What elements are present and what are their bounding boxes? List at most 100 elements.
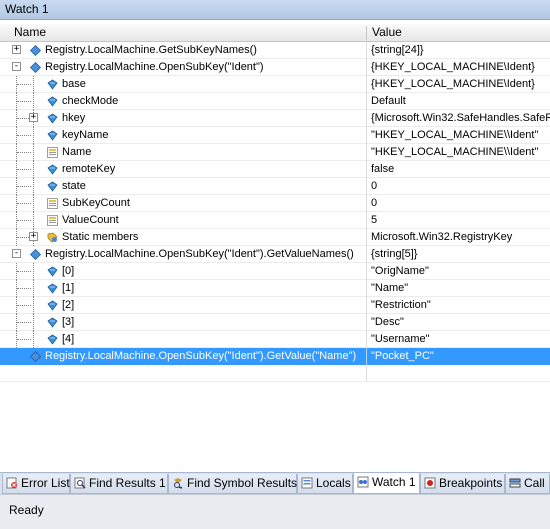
property-icon <box>47 147 58 158</box>
watch-item-name[interactable]: Registry.LocalMachine.OpenSubKey("Ident"… <box>45 246 354 262</box>
column-divider <box>366 93 367 110</box>
column-divider <box>366 59 367 76</box>
column-divider <box>366 280 367 297</box>
watch-item-name[interactable]: [4] <box>62 331 74 347</box>
watch-row-selected[interactable]: Registry.LocalMachine.OpenSubKey("Ident"… <box>0 348 550 365</box>
column-divider <box>366 314 367 331</box>
watch-row[interactable]: - Registry.LocalMachine.OpenSubKey("Ident… <box>0 59 550 76</box>
tab-label: Locals <box>316 476 351 490</box>
column-divider[interactable] <box>366 26 367 40</box>
watch-item-name[interactable]: [3] <box>62 314 74 330</box>
name-column-header[interactable]: Name <box>14 24 46 41</box>
watch-item-name[interactable]: keyName <box>62 127 108 143</box>
field-icon <box>47 130 58 141</box>
field-icon <box>47 334 58 345</box>
watch-item-name[interactable]: Registry.LocalMachine.OpenSubKey("Ident"… <box>45 348 356 364</box>
value-column-header[interactable]: Value <box>372 24 402 41</box>
watch-item-name[interactable]: base <box>62 76 86 92</box>
watch-item-name[interactable]: hkey <box>62 110 85 126</box>
watch-item-value[interactable]: {HKEY_LOCAL_MACHINE\Ident} <box>371 59 550 75</box>
tab-locals[interactable]: Locals <box>297 474 353 494</box>
watch-item-name[interactable]: state <box>62 178 86 194</box>
watch-row[interactable]: + Static members Microsoft.Win32.RegistryK… <box>0 229 550 246</box>
watch-item-value[interactable]: {string[24]} <box>371 42 550 58</box>
tab-call[interactable]: Call <box>505 474 550 494</box>
method-icon <box>29 61 42 74</box>
watch-item-value[interactable]: "Name" <box>371 280 550 296</box>
watch-item-value[interactable]: Default <box>371 93 550 109</box>
watch-item-value[interactable] <box>371 365 550 381</box>
watch-item-value[interactable]: {string[5]} <box>371 246 550 262</box>
watch-grid: + Registry.LocalMachine.GetSubKeyNames() {… <box>0 42 550 382</box>
watch-item-value[interactable]: "HKEY_LOCAL_MACHINE\\Ident" <box>371 127 550 143</box>
tab-label: Call <box>524 476 545 490</box>
column-divider <box>366 42 367 59</box>
watch-row[interactable]: remoteKey false <box>0 161 550 178</box>
watch-item-value[interactable]: "HKEY_LOCAL_MACHINE\\Ident" <box>371 144 550 160</box>
watch-item-name[interactable]: remoteKey <box>62 161 115 177</box>
watch-row[interactable]: [4] "Username" <box>0 331 550 348</box>
watch-row[interactable]: + Registry.LocalMachine.GetSubKeyNames() {… <box>0 42 550 59</box>
tab-breakpoints[interactable]: Breakpoints <box>420 474 505 494</box>
watch-row[interactable]: [0] "OrigName" <box>0 263 550 280</box>
watch-item-name[interactable]: [2] <box>62 297 74 313</box>
watch-item-value[interactable]: "Username" <box>371 331 550 347</box>
tab-label: Error List <box>21 476 70 490</box>
method-icon <box>29 44 42 57</box>
watch-row[interactable]: + hkey {Microsoft.Win32.SafeHandles.SafeR <box>0 110 550 127</box>
status-text: Ready <box>9 503 44 517</box>
watch-row[interactable]: - Registry.LocalMachine.OpenSubKey("Ident… <box>0 246 550 263</box>
watch-item-name[interactable]: Registry.LocalMachine.OpenSubKey("Ident"… <box>45 59 264 75</box>
column-divider <box>366 178 367 195</box>
find-symbol-icon <box>172 476 184 489</box>
tab-error-list[interactable]: Error List <box>2 474 70 494</box>
tab-label: Watch 1 <box>372 475 416 489</box>
tab-watch-1[interactable]: Watch 1 <box>353 473 420 494</box>
field-icon <box>47 79 58 90</box>
watch-item-value[interactable]: false <box>371 161 550 177</box>
watch-row[interactable]: Name "HKEY_LOCAL_MACHINE\\Ident" <box>0 144 550 161</box>
watch-row[interactable]: SubKeyCount 0 <box>0 195 550 212</box>
watch-row[interactable]: state 0 <box>0 178 550 195</box>
watch-row[interactable]: [2] "Restriction" <box>0 297 550 314</box>
field-icon <box>47 164 58 175</box>
expand-icon[interactable]: + <box>12 45 21 54</box>
watch-item-name[interactable]: [1] <box>62 280 74 296</box>
watch-row[interactable] <box>0 365 550 382</box>
watch-row[interactable]: [1] "Name" <box>0 280 550 297</box>
watch-row[interactable]: base {HKEY_LOCAL_MACHINE\Ident} <box>0 76 550 93</box>
watch-item-name[interactable]: checkMode <box>62 93 118 109</box>
watch-item-value[interactable]: "OrigName" <box>371 263 550 279</box>
watch-item-name[interactable]: Registry.LocalMachine.GetSubKeyNames() <box>45 42 257 58</box>
watch-item-value[interactable]: {HKEY_LOCAL_MACHINE\Ident} <box>371 76 550 92</box>
tab-find-results-1[interactable]: Find Results 1 <box>70 474 168 494</box>
call-stack-icon <box>509 476 521 488</box>
watch-item-name[interactable]: [0] <box>62 263 74 279</box>
watch-item-value[interactable]: 5 <box>371 212 550 228</box>
watch-item-name[interactable]: Name <box>62 144 91 160</box>
watch-row[interactable]: [3] "Desc" <box>0 314 550 331</box>
watch-item-value[interactable]: "Desc" <box>371 314 550 330</box>
watch-item-value[interactable]: {Microsoft.Win32.SafeHandles.SafeR <box>371 110 550 126</box>
method-icon <box>29 248 42 261</box>
watch-item-value[interactable]: 0 <box>371 195 550 211</box>
watch-item-value[interactable]: Microsoft.Win32.RegistryKey <box>371 229 550 245</box>
expand-icon[interactable]: + <box>29 113 38 122</box>
watch-row[interactable]: keyName "HKEY_LOCAL_MACHINE\\Ident" <box>0 127 550 144</box>
collapse-icon[interactable]: - <box>12 62 21 71</box>
collapse-icon[interactable]: - <box>12 249 21 258</box>
watch-item-value[interactable]: "Pocket_PC" <box>371 348 550 364</box>
tab-find-symbol-results[interactable]: Find Symbol Results <box>168 474 297 494</box>
watch-row[interactable]: ValueCount 5 <box>0 212 550 229</box>
watch-row[interactable]: checkMode Default <box>0 93 550 110</box>
watch-item-name[interactable]: ValueCount <box>62 212 119 228</box>
watch-item-name[interactable]: Static members <box>62 229 138 245</box>
watch-item-value[interactable]: "Restriction" <box>371 297 550 313</box>
method-icon <box>29 350 42 363</box>
tool-window-tabs: Error List Find Results 1 Find Symbol Resu… <box>0 472 550 494</box>
field-icon <box>47 96 58 107</box>
watch-item-name[interactable]: SubKeyCount <box>62 195 130 211</box>
tab-label: Breakpoints <box>439 476 503 490</box>
watch-item-value[interactable]: 0 <box>371 178 550 194</box>
expand-icon[interactable]: + <box>29 232 38 241</box>
